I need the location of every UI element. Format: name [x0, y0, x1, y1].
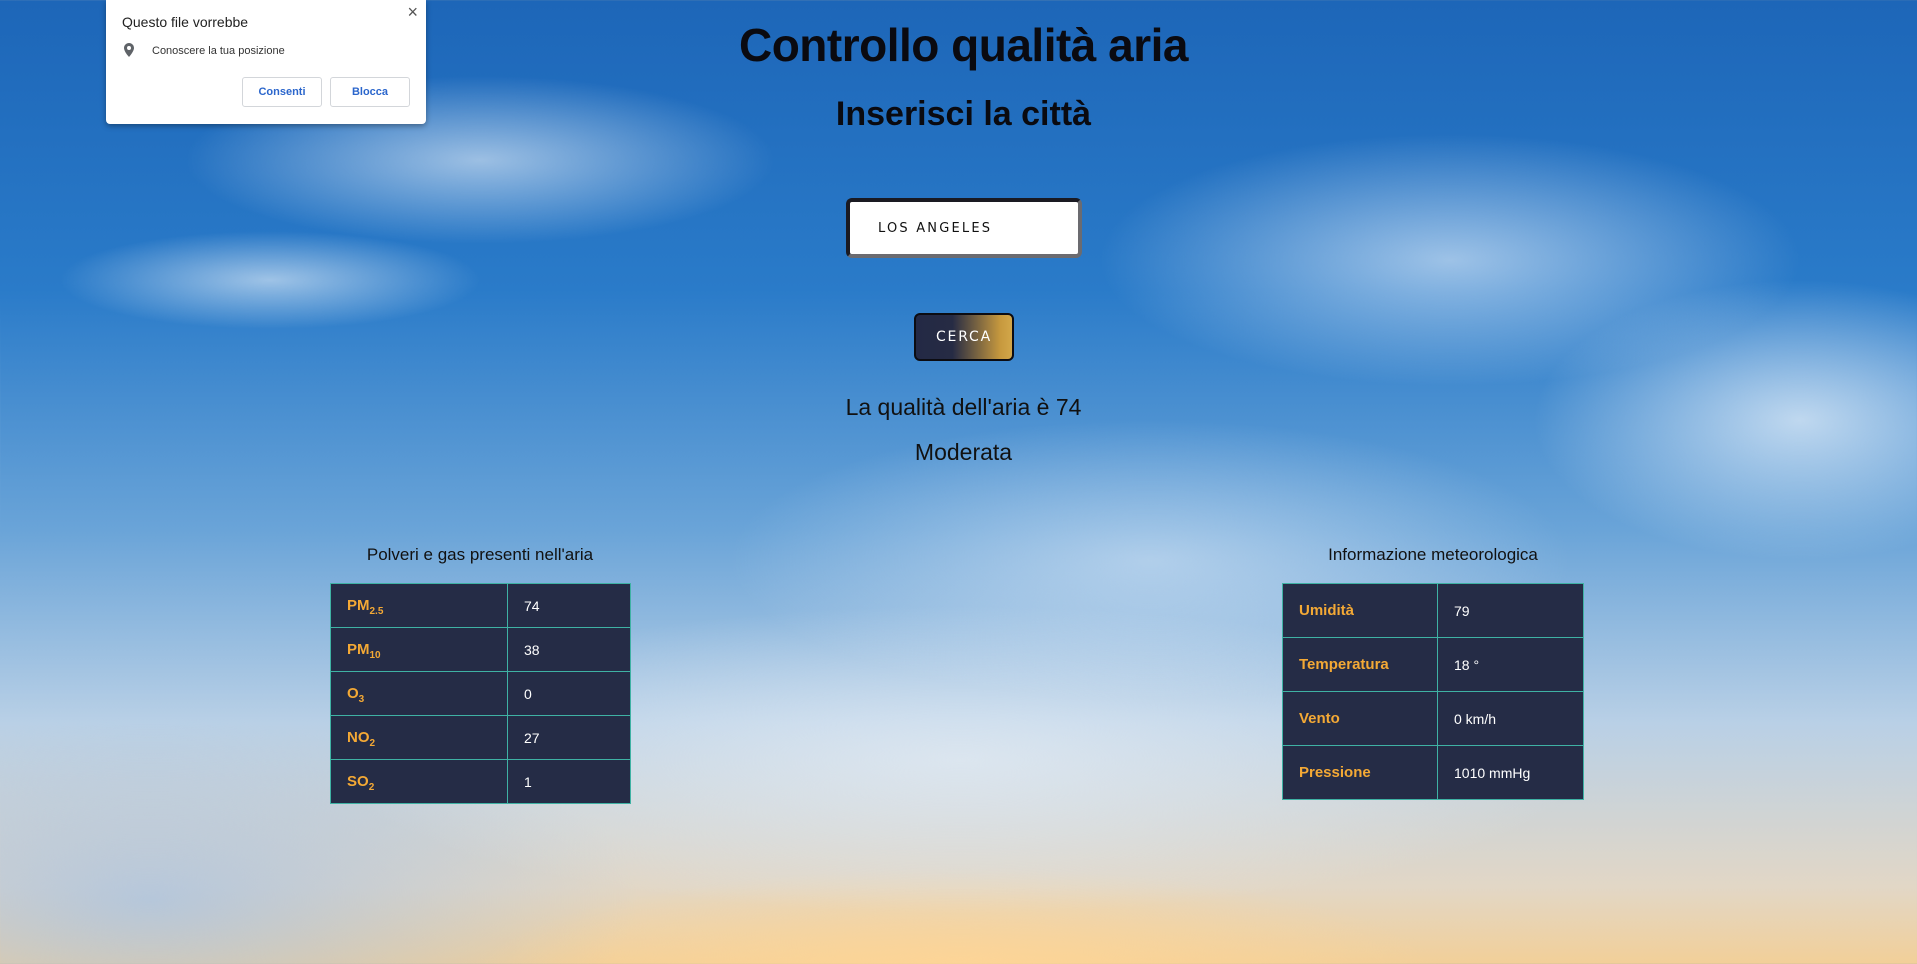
pollutant-value: 27 [507, 715, 631, 760]
table-row: SO2 1 [330, 759, 631, 804]
weather-table: Umidità 79 Temperatura 18 ° Vento 0 km/h… [1282, 583, 1584, 800]
weather-value: 1010 mmHg [1437, 745, 1584, 800]
pollutant-name: PM2.5 [330, 583, 508, 628]
pollutant-name: NO2 [330, 715, 508, 760]
table-row: Temperatura 18 ° [1282, 637, 1584, 692]
table-row: Umidità 79 [1282, 583, 1584, 638]
table-row: PM10 38 [330, 627, 631, 672]
weather-value: 0 km/h [1437, 691, 1584, 746]
pollutant-value: 74 [507, 583, 631, 628]
weather-caption: Informazione meteorologica [1328, 545, 1538, 564]
pollutant-name: PM10 [330, 627, 508, 672]
pollutant-value: 0 [507, 671, 631, 716]
pollutants-caption: Polveri e gas presenti nell'aria [366, 545, 594, 564]
page-subtitle: Inserisci la città [835, 95, 1092, 133]
air-quality-level: Moderata [914, 439, 1013, 465]
weather-label: Umidità [1282, 583, 1438, 638]
page-title: Controllo qualità aria [738, 19, 1189, 71]
table-row: O3 0 [330, 671, 631, 716]
pollutant-value: 1 [507, 759, 631, 804]
pollutant-name: O3 [330, 671, 508, 716]
air-quality-index-text: La qualità dell'aria è 74 [845, 394, 1082, 420]
weather-label: Temperatura [1282, 637, 1438, 692]
table-row: Vento 0 km/h [1282, 691, 1584, 746]
weather-value: 79 [1437, 583, 1584, 638]
city-search-input[interactable] [846, 198, 1082, 258]
pollutant-value: 38 [507, 627, 631, 672]
table-row: NO2 27 [330, 715, 631, 760]
weather-value: 18 ° [1437, 637, 1584, 692]
pollutants-table: PM2.5 74 PM10 38 O3 0 NO2 27 SO2 1 [330, 583, 631, 804]
weather-label: Vento [1282, 691, 1438, 746]
table-row: PM2.5 74 [330, 583, 631, 628]
table-row: Pressione 1010 mmHg [1282, 745, 1584, 800]
pollutant-name: SO2 [330, 759, 508, 804]
weather-label: Pressione [1282, 745, 1438, 800]
search-button[interactable]: CERCA [914, 313, 1014, 361]
